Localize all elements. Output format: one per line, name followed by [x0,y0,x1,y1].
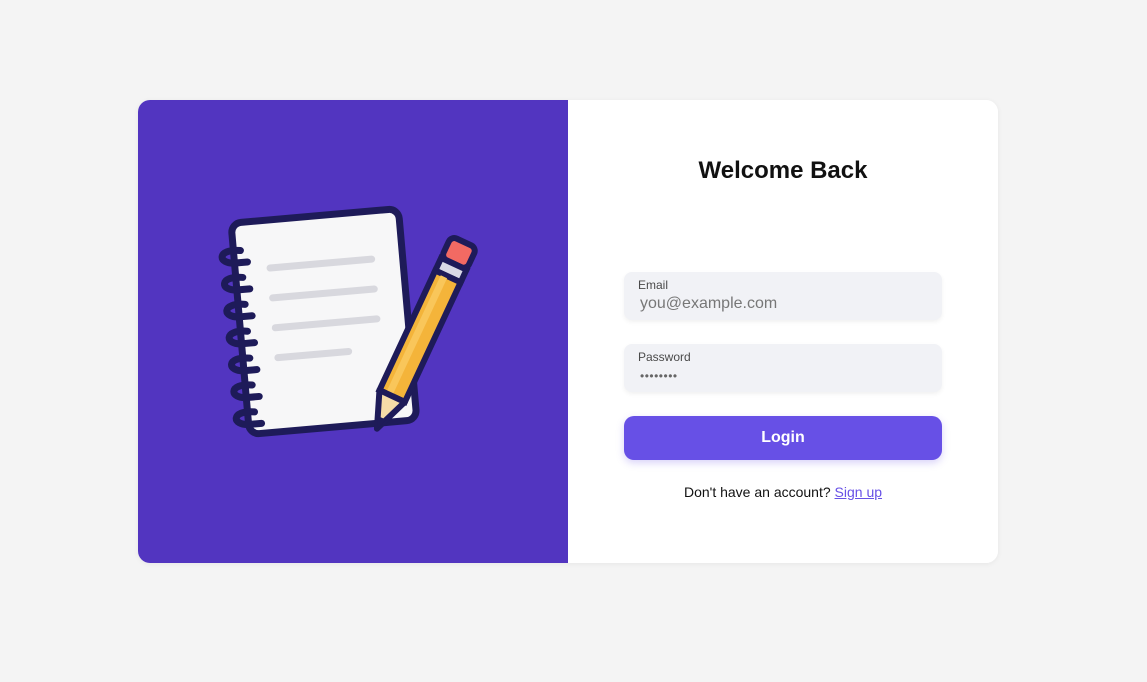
login-form-panel: Welcome Back Email Password •••••••• Log… [568,100,998,563]
email-field[interactable]: Email [624,272,942,320]
signup-row: Don't have an account? Sign up [568,484,998,500]
signup-link[interactable]: Sign up [835,484,882,500]
password-label: Password [638,350,691,364]
signup-prompt: Don't have an account? [683,484,835,500]
email-label: Email [638,278,669,292]
password-field[interactable]: Password •••••••• [624,344,942,392]
page-title: Welcome Back [698,157,868,184]
password-input[interactable]: •••••••• [640,366,678,386]
login-card: Welcome Back Email Password •••••••• Log… [138,100,998,563]
login-button[interactable]: Login [624,416,942,460]
illustration-panel [138,100,568,563]
email-input[interactable] [638,294,932,314]
notebook-and-pencil-icon [218,205,478,438]
